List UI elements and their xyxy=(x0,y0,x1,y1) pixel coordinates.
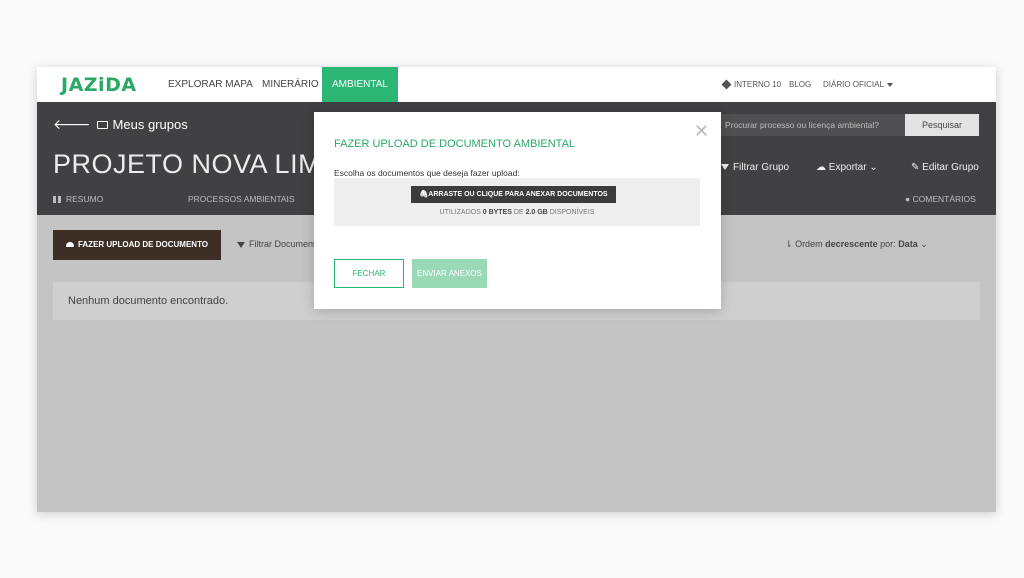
filter-icon xyxy=(721,164,729,171)
modal-description: Escolha os documentos que deseja fazer u… xyxy=(334,168,520,178)
order-field: Data xyxy=(898,239,918,249)
usage-used: 0 BYTES xyxy=(482,209,512,216)
comment-icon: ● xyxy=(905,194,911,204)
filtrar-grupo-button[interactable]: Filtrar Grupo xyxy=(721,162,789,173)
order-direction: decrescente xyxy=(825,239,878,249)
back-to-groups[interactable]: 🡐 Meus grupos xyxy=(53,116,188,133)
chevron-down-icon: ⌄ xyxy=(869,162,878,173)
nav-ambiental[interactable]: AMBIENTAL xyxy=(322,67,398,102)
exportar-label: Exportar xyxy=(828,162,867,173)
upload-document-label: FAZER UPLOAD DE DOCUMENTO xyxy=(77,240,209,249)
usage-prefix: UTILIZADOS xyxy=(439,209,481,216)
logo[interactable]: JAZiDA xyxy=(61,74,137,96)
nav-blog[interactable]: BLOG xyxy=(789,67,811,102)
nav-diario-oficial[interactable]: DIÁRIO OFICIAL xyxy=(823,67,893,102)
tab-comentarios-label: COMENTÁRIOS xyxy=(912,194,976,204)
order-prefix: Ordem xyxy=(795,239,823,249)
chevron-down-icon: ⌄ xyxy=(920,239,928,249)
send-attachments-button[interactable]: ENVIAR ANEXOS xyxy=(412,259,487,288)
nav-explorar-mapa[interactable]: EXPLORAR MAPA xyxy=(158,67,263,102)
cloud-icon: ☁ xyxy=(816,162,826,173)
nav-interno[interactable]: INTERNO 10 xyxy=(721,67,782,102)
nav-diario-label: DIÁRIO OFICIAL xyxy=(823,80,884,89)
exportar-button[interactable]: ☁ Exportar ⌄ xyxy=(816,162,878,173)
back-label: Meus grupos xyxy=(112,117,188,132)
diamond-icon xyxy=(721,79,732,90)
sort-icon: ⇂ xyxy=(785,239,793,249)
editar-grupo-button[interactable]: ✎ Editar Grupo xyxy=(911,162,979,173)
close-button[interactable]: FECHAR xyxy=(334,259,404,288)
editar-grupo-label: Editar Grupo xyxy=(922,162,979,173)
usage-mid: DE xyxy=(513,209,524,216)
tab-comentarios[interactable]: ● COMENTÁRIOS xyxy=(905,194,976,204)
cloud-upload-icon xyxy=(65,242,74,248)
usage-suffix: DISPONÍVEIS xyxy=(549,209,595,216)
pencil-icon: ✎ xyxy=(911,162,920,173)
modal-title: FAZER UPLOAD DE DOCUMENTO AMBIENTAL xyxy=(334,138,576,150)
filter-documents-label: Filtrar Document xyxy=(249,239,316,249)
filter-icon xyxy=(237,241,245,248)
search-input[interactable]: Procurar processo ou licença ambiental? xyxy=(719,114,905,136)
storage-usage: UTILIZADOS 0 BYTES DE 2.0 GB DISPONÍVEIS xyxy=(334,209,700,216)
upload-modal: FAZER UPLOAD DE DOCUMENTO AMBIENTAL ✕ Es… xyxy=(314,112,721,309)
upload-document-button[interactable]: FAZER UPLOAD DE DOCUMENTO xyxy=(53,230,221,260)
tab-resumo-label: RESUMO xyxy=(66,194,104,204)
usage-total: 2.0 GB xyxy=(525,209,548,216)
order-by: por: xyxy=(880,239,896,249)
tab-resumo[interactable]: RESUMO xyxy=(53,194,103,204)
chevron-down-icon xyxy=(886,82,893,87)
arrow-left-icon: 🡐 xyxy=(53,116,91,132)
search-button[interactable]: Pesquisar xyxy=(905,114,979,136)
folder-icon xyxy=(96,120,108,129)
filter-documents[interactable]: Filtrar Document xyxy=(237,239,316,249)
sort-order[interactable]: ⇂ Ordem decrescente por: Data ⌄ xyxy=(785,239,928,250)
dropzone[interactable]: 🖇ARRASTE OU CLIQUE PARA ANEXAR DOCUMENTO… xyxy=(334,178,700,226)
paperclip-icon: 🖇 xyxy=(419,191,429,198)
filtrar-grupo-label: Filtrar Grupo xyxy=(733,162,790,173)
top-nav: JAZiDA EXPLORAR MAPA MINERÁRIO AMBIENTAL… xyxy=(37,67,996,102)
tab-processos-ambientais[interactable]: PROCESSOS AMBIENTAIS xyxy=(188,194,295,204)
close-icon[interactable]: ✕ xyxy=(694,122,709,140)
nav-minerario[interactable]: MINERÁRIO xyxy=(252,67,329,102)
grid-icon xyxy=(53,196,61,204)
nav-interno-label: INTERNO 10 xyxy=(734,80,782,89)
page-title: PROJETO NOVA LIMA xyxy=(53,149,340,179)
attach-documents-button[interactable]: 🖇ARRASTE OU CLIQUE PARA ANEXAR DOCUMENTO… xyxy=(411,186,616,203)
attach-documents-label: ARRASTE OU CLIQUE PARA ANEXAR DOCUMENTOS xyxy=(428,191,608,198)
screen: JAZiDA EXPLORAR MAPA MINERÁRIO AMBIENTAL… xyxy=(0,0,1024,578)
